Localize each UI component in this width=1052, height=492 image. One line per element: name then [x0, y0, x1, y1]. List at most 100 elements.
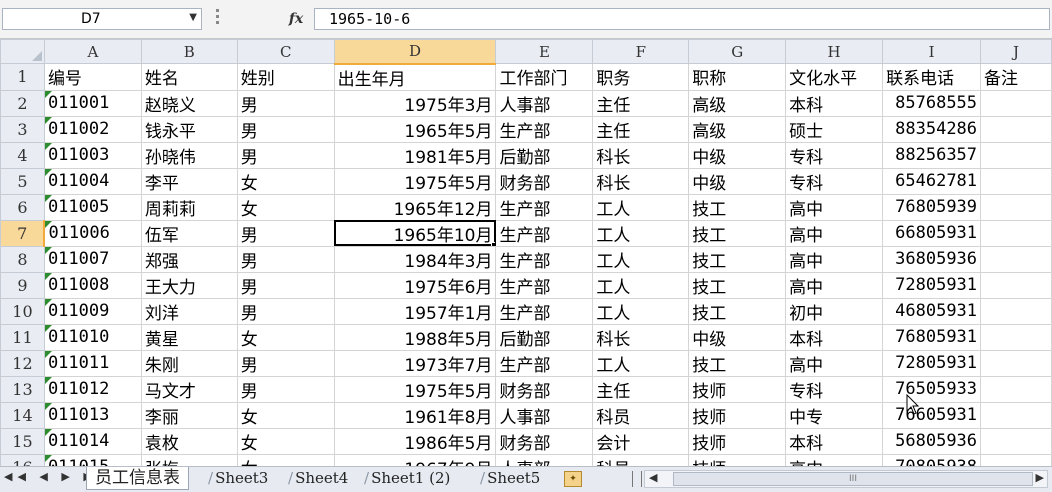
cell-e[interactable]: 生产部	[495, 245, 594, 273]
cell-b[interactable]: 朱刚	[140, 349, 238, 377]
cell-b[interactable]: 李丽	[140, 401, 238, 429]
row-header[interactable]: 9	[0, 271, 45, 299]
cell-f[interactable]: 科长	[592, 323, 690, 351]
column-label-cell[interactable]: 工作部门	[495, 63, 594, 91]
cell-a[interactable]: 011014	[43, 427, 142, 455]
cell-d[interactable]: 1981年5月	[333, 141, 497, 169]
cell-i[interactable]: 66805931	[882, 219, 982, 247]
cell-j[interactable]	[980, 115, 1052, 143]
cell-a[interactable]: 011013	[43, 401, 142, 429]
cell-d[interactable]: 1973年7月	[333, 349, 497, 377]
horizontal-scrollbar[interactable]: ◀ III ▶	[644, 470, 1048, 488]
row-header[interactable]: 10	[0, 297, 45, 325]
cell-a[interactable]: 011012	[43, 375, 142, 403]
column-label-cell[interactable]: 姓别	[236, 63, 335, 91]
cell-h[interactable]: 本科	[785, 323, 884, 351]
cell-f[interactable]: 工人	[592, 271, 690, 299]
cell-g[interactable]: 中级	[688, 141, 787, 169]
cell-f[interactable]: 主任	[592, 375, 690, 403]
insert-function-button[interactable]: fx	[282, 8, 310, 30]
cell-e[interactable]: 财务部	[495, 375, 594, 403]
cell-e[interactable]: 生产部	[495, 271, 594, 299]
cell-g[interactable]: 技工	[688, 219, 787, 247]
cell-f[interactable]: 工人	[592, 349, 690, 377]
cell-j[interactable]	[980, 271, 1052, 299]
cell-h[interactable]: 高中	[785, 219, 884, 247]
cell-j[interactable]	[980, 193, 1052, 221]
cell-d[interactable]: 1975年5月	[333, 167, 497, 195]
row-header[interactable]: 11	[0, 323, 45, 351]
cell-e[interactable]: 生产部	[495, 115, 594, 143]
cell-c[interactable]: 男	[236, 115, 335, 143]
cell-c[interactable]: 女	[236, 167, 335, 195]
cell-g[interactable]: 技工	[688, 245, 787, 273]
sheet-tab[interactable]: Sheet3	[200, 467, 276, 489]
cell-i[interactable]: 88256357	[882, 141, 982, 169]
cell-i[interactable]: 76605931	[882, 401, 982, 429]
cell-g[interactable]: 技工	[688, 297, 787, 325]
cell-a[interactable]: 011009	[43, 297, 142, 325]
row-header[interactable]: 14	[0, 401, 45, 429]
cell-b[interactable]: 刘洋	[140, 297, 238, 325]
cell-d[interactable]: 1975年6月	[333, 271, 497, 299]
column-header-c[interactable]: C	[236, 39, 335, 64]
column-label-cell[interactable]: 联系电话	[882, 63, 982, 91]
cell-f[interactable]: 工人	[592, 297, 690, 325]
cell-b[interactable]: 王大力	[140, 271, 238, 299]
cell-b[interactable]: 黄星	[140, 323, 238, 351]
cell-i[interactable]: 56805936	[882, 427, 982, 455]
row-header[interactable]: 15	[0, 427, 45, 455]
row-header[interactable]: 2	[0, 89, 45, 117]
cell-g[interactable]: 中级	[688, 167, 787, 195]
column-label-cell[interactable]: 职称	[688, 63, 787, 91]
cell-e[interactable]: 生产部	[495, 349, 594, 377]
cell-h[interactable]: 中专	[785, 401, 884, 429]
row-header[interactable]: 3	[0, 115, 45, 143]
cell-f[interactable]: 科长	[592, 167, 690, 195]
scroll-right-icon[interactable]: ▶	[1036, 471, 1044, 484]
column-header-g[interactable]: G	[688, 39, 787, 64]
cell-e[interactable]: 生产部	[495, 297, 594, 325]
cell-j[interactable]	[980, 297, 1052, 325]
cell-b[interactable]: 周莉莉	[140, 193, 238, 221]
row-header[interactable]: 12	[0, 349, 45, 377]
column-header-e[interactable]: E	[495, 39, 594, 64]
cell-a[interactable]: 011011	[43, 349, 142, 377]
cell-g[interactable]: 技工	[688, 349, 787, 377]
cell-i[interactable]: 76505933	[882, 375, 982, 403]
cell-j[interactable]	[980, 219, 1052, 247]
cell-i[interactable]: 88354286	[882, 115, 982, 143]
scroll-left-icon[interactable]: ◀	[649, 471, 657, 484]
sheet-tab[interactable]: Sheet4	[280, 467, 356, 489]
cell-j[interactable]	[980, 401, 1052, 429]
column-label-cell[interactable]: 编号	[43, 63, 142, 91]
cell-f[interactable]: 科员	[592, 401, 690, 429]
cell-h[interactable]: 专科	[785, 167, 884, 195]
cell-e[interactable]: 生产部	[495, 219, 594, 247]
sheet-tab[interactable]: Sheet5	[472, 467, 548, 489]
cell-a[interactable]: 011004	[43, 167, 142, 195]
cell-f[interactable]: 科长	[592, 141, 690, 169]
cell-j[interactable]	[980, 323, 1052, 351]
cell-h[interactable]: 高中	[785, 349, 884, 377]
cell-i[interactable]: 65462781	[882, 167, 982, 195]
cell-c[interactable]: 男	[236, 219, 335, 247]
row-header[interactable]: 7	[0, 219, 46, 247]
tab-split-handle[interactable]	[632, 471, 642, 487]
cell-h[interactable]: 高中	[785, 245, 884, 273]
cell-j[interactable]	[980, 167, 1052, 195]
cell-j[interactable]	[980, 375, 1052, 403]
cell-a[interactable]: 011007	[43, 245, 142, 273]
chevron-down-icon[interactable]: ▼	[189, 12, 197, 23]
cell-a[interactable]: 011008	[43, 271, 142, 299]
cell-h[interactable]: 专科	[785, 375, 884, 403]
cell-i[interactable]: 72805931	[882, 349, 982, 377]
cell-c[interactable]: 女	[236, 427, 335, 455]
cell-c[interactable]: 男	[236, 349, 335, 377]
cell-i[interactable]: 76805931	[882, 323, 982, 351]
cell-h[interactable]: 本科	[785, 427, 884, 455]
column-header-b[interactable]: B	[140, 39, 238, 64]
cell-d[interactable]: 1965年10月	[333, 219, 497, 247]
cell-e[interactable]: 后勤部	[495, 323, 594, 351]
cell-e[interactable]: 后勤部	[495, 141, 594, 169]
